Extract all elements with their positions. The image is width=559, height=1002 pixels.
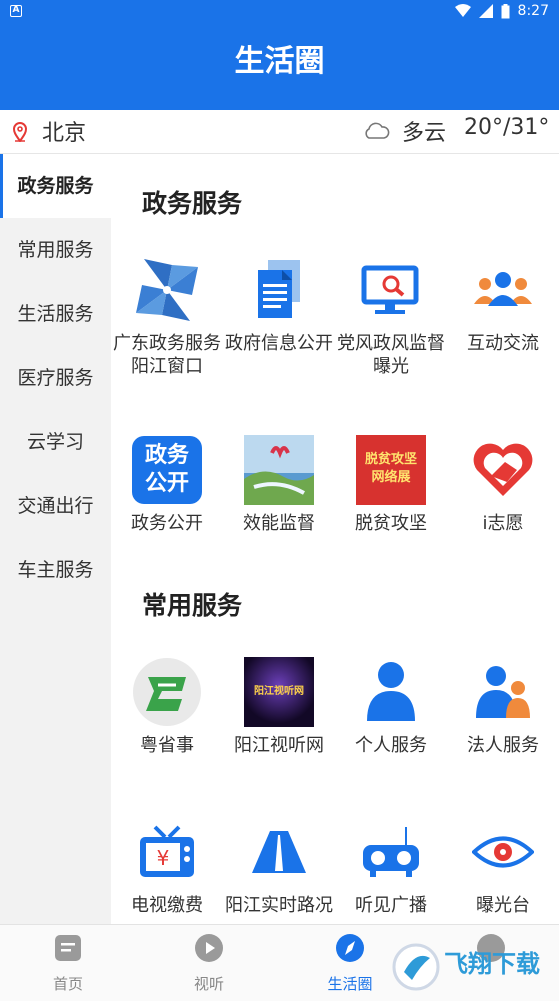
gov-open-badge-icon: 政务公开 <box>132 436 202 504</box>
documents-icon <box>258 260 300 318</box>
service-label: 电视缴费 <box>131 895 203 916</box>
service-label: 阳江实时路况 <box>225 895 333 916</box>
service-label: 政务公开 <box>131 513 203 534</box>
service-radio[interactable]: 听见广播 <box>335 816 447 917</box>
monitor-search-icon <box>361 265 419 314</box>
category-sidebar: 政务服务 常用服务 生活服务 医疗服务 云学习 交通出行 车主服务 <box>0 154 111 924</box>
service-label: 曝光台 <box>476 895 530 916</box>
service-label: 阳江视听网 <box>234 735 324 756</box>
battery-icon <box>501 3 510 18</box>
service-label: 听见广播 <box>355 895 427 916</box>
service-personal[interactable]: 个人服务 <box>335 656 447 757</box>
page-title: 生活圈 <box>234 44 325 79</box>
service-label: 粤省事 <box>140 735 194 756</box>
yue-logo-icon <box>133 658 201 726</box>
service-yangjiang-tv-network[interactable]: 阳江视听网 阳江视听网 <box>223 656 335 757</box>
sidebar-item-life-services[interactable]: 生活服务 <box>0 282 111 346</box>
play-icon <box>195 934 223 962</box>
service-label: 效能监督 <box>243 513 315 534</box>
watermark: 飞翔下载 <box>388 936 559 998</box>
service-poverty-alleviation[interactable]: 脱贫攻坚网络展 脱贫攻坚 <box>335 434 447 535</box>
service-label: i志愿 <box>482 513 524 534</box>
legal-person-icon <box>476 666 530 718</box>
section-title-common: 常用服务 <box>142 591 243 620</box>
home-doc-icon <box>55 935 81 961</box>
wifi-icon <box>454 4 471 17</box>
sidebar-item-transport[interactable]: 交通出行 <box>0 474 111 538</box>
city-name[interactable]: 北京 <box>42 115 86 147</box>
service-label: 个人服务 <box>355 735 427 756</box>
watermark-logo-icon: 飞翔下载 <box>392 943 540 991</box>
service-label: 政府信息公开 <box>225 333 333 354</box>
city-photo-icon <box>244 435 314 505</box>
service-gov-info[interactable]: 政府信息公开 <box>223 254 335 355</box>
service-tv-payment[interactable]: ¥ 电视缴费 <box>111 816 223 917</box>
heart-hand-icon <box>473 443 533 496</box>
pinwheel-icon <box>136 259 198 321</box>
person-icon <box>367 662 415 721</box>
section-title-gov: 政务服务 <box>142 189 243 218</box>
status-bar: A 8:27 <box>0 0 559 24</box>
app-header: 生活圈 <box>0 24 559 110</box>
notification-icon: A <box>10 5 22 17</box>
service-label: 互动交流 <box>467 333 539 354</box>
location-weather-bar: 北京 多云 20°/31° <box>0 110 559 154</box>
service-yue-sheng-shi[interactable]: 粤省事 <box>111 656 223 757</box>
road-icon <box>252 831 306 873</box>
sidebar-item-car-owner[interactable]: 车主服务 <box>0 538 111 602</box>
tab-audio-video[interactable]: 视听 <box>169 933 249 994</box>
service-label: 党风政风监督曝光 <box>337 333 445 377</box>
poverty-banner-icon: 脱贫攻坚网络展 <box>356 435 426 505</box>
service-label: 脱贫攻坚 <box>355 513 427 534</box>
service-label: 法人服务 <box>467 735 539 756</box>
service-exposure-platform[interactable]: 曝光台 <box>447 816 559 917</box>
service-content: 政务服务 广东政务服务阳江窗口 政府信息公开 党风政风监督曝光 互动交流 政务公… <box>111 154 559 924</box>
temperature-text: 20°/31° <box>464 115 550 140</box>
tab-home[interactable]: 首页 <box>28 933 108 994</box>
service-discipline-exposure[interactable]: 党风政风监督曝光 <box>335 254 447 378</box>
sidebar-item-common-services[interactable]: 常用服务 <box>0 218 111 282</box>
radio-icon <box>363 827 419 877</box>
service-realtime-traffic[interactable]: 阳江实时路况 <box>223 816 335 917</box>
clock: 8:27 <box>517 3 549 19</box>
service-gov-open[interactable]: 政务公开 政务公开 <box>111 434 223 535</box>
tab-life-circle[interactable]: 生活圈 <box>310 933 390 994</box>
cloud-icon <box>365 122 390 139</box>
location-pin-icon[interactable] <box>12 122 28 142</box>
service-guangdong-gov[interactable]: 广东政务服务阳江窗口 <box>111 254 223 378</box>
signal-icon <box>478 4 493 18</box>
service-legal-person[interactable]: 法人服务 <box>447 656 559 757</box>
tv-payment-icon: ¥ <box>140 825 194 877</box>
service-label: 广东政务服务阳江窗口 <box>113 333 221 377</box>
service-volunteer[interactable]: i志愿 <box>447 434 559 535</box>
tv-network-logo-icon: 阳江视听网 <box>244 657 314 727</box>
sidebar-item-gov-services[interactable]: 政务服务 <box>0 154 111 218</box>
service-interaction[interactable]: 互动交流 <box>447 254 559 355</box>
sidebar-item-cloud-learning[interactable]: 云学习 <box>0 410 111 474</box>
weather-text: 多云 <box>402 121 447 146</box>
svg-text:飞翔下载: 飞翔下载 <box>444 950 540 978</box>
svg-text:¥: ¥ <box>157 846 170 870</box>
group-icon <box>474 272 532 306</box>
service-efficiency-supervision[interactable]: 效能监督 <box>223 434 335 535</box>
eye-icon <box>472 836 534 868</box>
compass-icon <box>336 934 364 962</box>
sidebar-item-medical-services[interactable]: 医疗服务 <box>0 346 111 410</box>
